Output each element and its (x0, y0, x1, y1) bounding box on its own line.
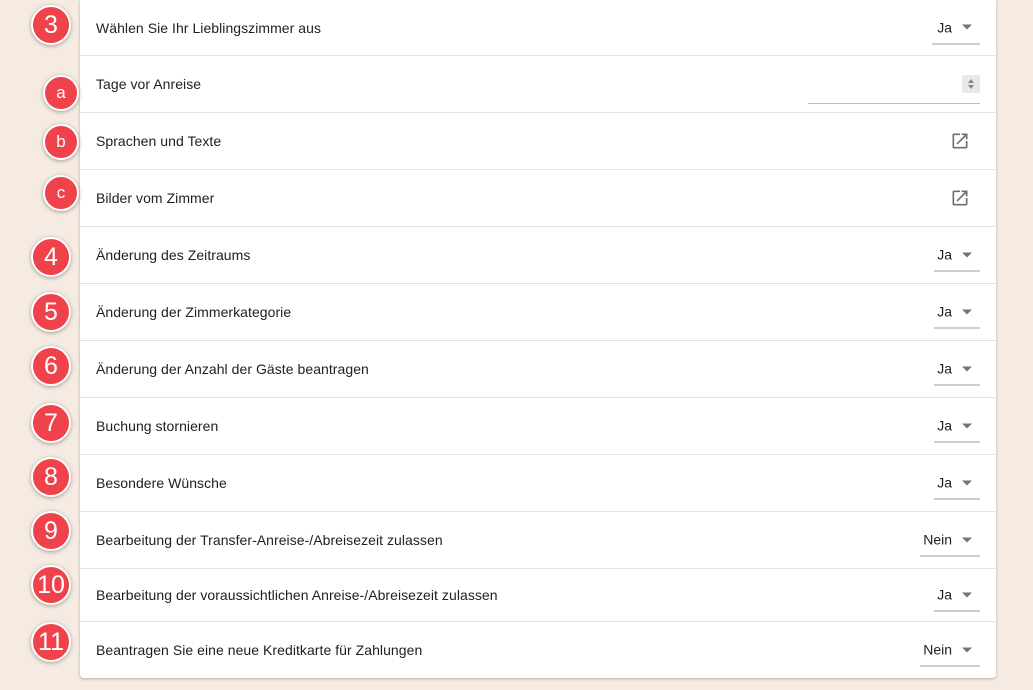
setting-row-days-before-arrival: Tage vor Anreise (80, 56, 996, 113)
setting-row-expected-arrival-time: Bearbeitung der voraussichtlichen Anreis… (80, 569, 996, 622)
select-value: Ja (937, 246, 952, 263)
annotation-badge: 8 (31, 457, 71, 497)
transfer-time-select[interactable]: Nein (920, 524, 980, 557)
setting-label: Wählen Sie Ihr Lieblingszimmer aus (96, 19, 322, 36)
annotation-badge: 6 (31, 346, 71, 386)
favorite-room-select[interactable]: Ja (932, 11, 980, 44)
annotation-badge: 11 (31, 622, 71, 662)
setting-row-cancel-booking: Buchung stornieren Ja (80, 398, 996, 455)
caret-down-icon (962, 252, 972, 257)
annotation-badge: 3 (31, 5, 71, 45)
setting-label: Sprachen und Texte (96, 133, 222, 149)
open-in-new-icon[interactable] (950, 188, 970, 208)
setting-label: Beantragen Sie eine neue Kreditkarte für… (96, 642, 423, 658)
select-value: Ja (937, 19, 952, 35)
select-value: Nein (923, 641, 952, 658)
annotation-badge: 9 (31, 511, 71, 551)
change-room-category-select[interactable]: Ja (934, 296, 980, 329)
number-spinner[interactable] (962, 75, 980, 93)
annotation-badge: 10 (31, 565, 71, 605)
caret-down-icon (962, 423, 972, 428)
caret-down-icon (962, 309, 972, 314)
spin-down-icon[interactable] (968, 85, 974, 89)
caret-down-icon (962, 592, 972, 597)
select-value: Ja (937, 586, 952, 603)
caret-down-icon (962, 647, 972, 652)
annotation-badge: 5 (31, 292, 71, 332)
setting-label: Bearbeitung der voraussichtlichen Anreis… (96, 587, 498, 603)
setting-label: Buchung stornieren (96, 418, 219, 434)
setting-label: Bearbeitung der Transfer-Anreise-/Abreis… (96, 532, 443, 548)
caret-down-icon (962, 24, 972, 30)
setting-label: Änderung der Zimmerkategorie (96, 304, 292, 320)
annotation-badge: 7 (31, 403, 71, 443)
days-before-arrival-input[interactable] (808, 56, 980, 104)
select-value: Ja (937, 360, 952, 377)
select-value: Ja (937, 474, 952, 491)
setting-label: Besondere Wünsche (96, 475, 227, 491)
caret-down-icon (962, 480, 972, 485)
annotation-badge: a (43, 75, 79, 111)
caret-down-icon (962, 366, 972, 371)
expected-arrival-time-select[interactable]: Ja (934, 579, 980, 612)
cancel-booking-select[interactable]: Ja (934, 410, 980, 443)
new-credit-card-select[interactable]: Nein (920, 634, 980, 667)
annotation-badge: c (43, 175, 79, 211)
select-value: Ja (937, 417, 952, 434)
annotation-badge: b (43, 124, 79, 160)
change-guest-count-select[interactable]: Ja (934, 353, 980, 386)
caret-down-icon (962, 537, 972, 542)
setting-row-room-images: Bilder vom Zimmer (80, 170, 996, 227)
setting-row-change-room-category: Änderung der Zimmerkategorie Ja (80, 284, 996, 341)
change-period-select[interactable]: Ja (934, 239, 980, 272)
annotation-badge: 4 (31, 237, 71, 277)
setting-row-new-credit-card: Beantragen Sie eine neue Kreditkarte für… (80, 622, 996, 678)
spin-up-icon[interactable] (968, 79, 974, 83)
setting-label: Tage vor Anreise (96, 76, 202, 92)
setting-row-change-guest-count: Änderung der Anzahl der Gäste beantragen… (80, 341, 996, 398)
open-in-new-icon[interactable] (950, 131, 970, 151)
settings-panel: Wählen Sie Ihr Lieblingszimmer aus Ja Ta… (80, 0, 996, 678)
special-requests-select[interactable]: Ja (934, 467, 980, 500)
setting-label: Änderung der Anzahl der Gäste beantragen (96, 361, 369, 377)
setting-label: Bilder vom Zimmer (96, 190, 215, 206)
setting-row-transfer-time: Bearbeitung der Transfer-Anreise-/Abreis… (80, 512, 996, 569)
setting-label: Änderung des Zeitraums (96, 247, 251, 263)
setting-row-favorite-room: Wählen Sie Ihr Lieblingszimmer aus Ja (80, 0, 996, 56)
setting-row-special-requests: Besondere Wünsche Ja (80, 455, 996, 512)
select-value: Nein (923, 531, 952, 548)
select-value: Ja (937, 303, 952, 320)
setting-row-change-period: Änderung des Zeitraums Ja (80, 227, 996, 284)
setting-row-languages-texts: Sprachen und Texte (80, 113, 996, 170)
